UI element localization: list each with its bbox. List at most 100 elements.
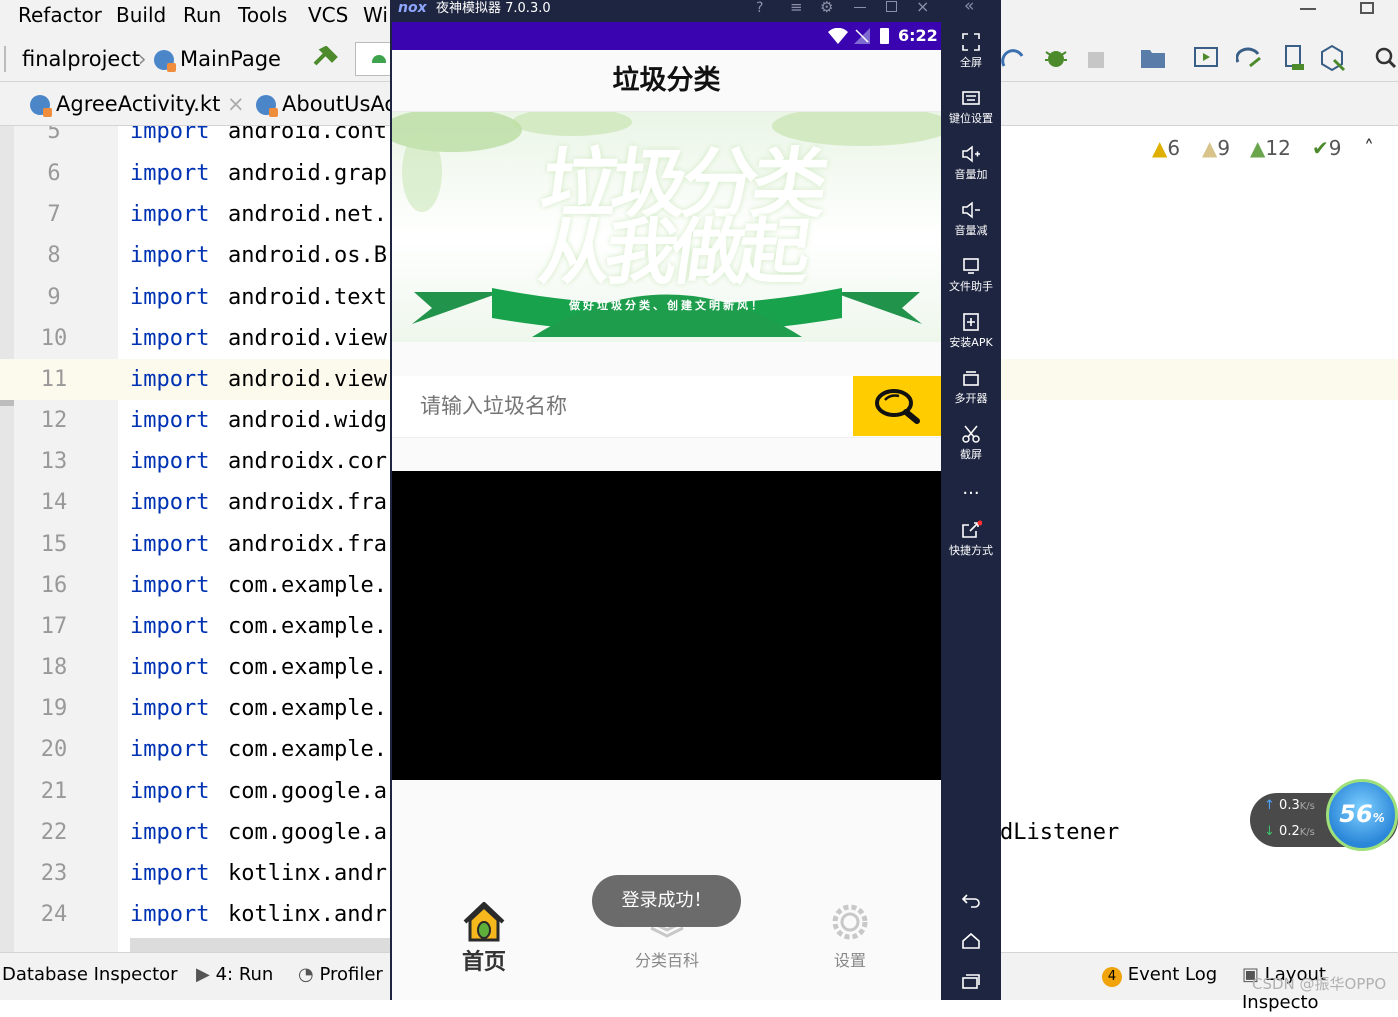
back-icon[interactable]: [961, 892, 981, 908]
tab-settings[interactable]: 设置: [812, 900, 888, 996]
no-signal-icon: [854, 28, 870, 44]
line-number: 21: [40, 779, 68, 804]
restore-icon[interactable]: [1360, 2, 1374, 14]
run-tab[interactable]: ▶ 4: Run: [196, 961, 273, 989]
keyword: import: [130, 202, 210, 227]
toast-message: 登录成功！: [592, 875, 741, 927]
home-icon[interactable]: [961, 932, 981, 950]
line-number: 16: [40, 573, 68, 598]
apply-changes-icon[interactable]: [1000, 46, 1026, 72]
multi-instance-button[interactable]: 多开器: [941, 368, 1001, 406]
breadcrumb-project[interactable]: finalproject: [22, 42, 140, 76]
breadcrumb-file[interactable]: MainPage: [154, 42, 281, 76]
file-assistant-button[interactable]: 文件助手: [941, 256, 1001, 294]
memory-usage-ball[interactable]: 56%: [1326, 779, 1398, 851]
network-speed-widget[interactable]: ↑ 0.3K/s ↓ 0.2K/s 56%: [1250, 779, 1398, 851]
shortcut-button[interactable]: 快捷方式: [941, 520, 1001, 558]
sidebar-label: 音量减: [954, 224, 988, 237]
tab-label: AgreeActivity.kt: [56, 92, 221, 116]
keyword: import: [130, 696, 210, 721]
search-input[interactable]: [402, 376, 852, 436]
warning-count[interactable]: ▲6: [1152, 134, 1180, 162]
settings-icon[interactable]: ⚙: [820, 0, 833, 16]
menu-window[interactable]: Wi: [363, 0, 388, 30]
minimize-icon[interactable]: [854, 7, 866, 8]
tab-home[interactable]: 首页: [442, 900, 526, 996]
sync-icon[interactable]: [1236, 46, 1264, 70]
code-text: android.grap: [228, 161, 387, 186]
chevron-up-icon[interactable]: ˄: [1364, 134, 1374, 162]
install-apk-button[interactable]: 安装APK: [941, 312, 1001, 350]
recent-apps-icon[interactable]: [961, 972, 981, 990]
horizontal-scrollbar[interactable]: [130, 938, 392, 952]
keyword: import: [130, 655, 210, 680]
search-button[interactable]: [853, 376, 941, 436]
hammer-icon[interactable]: [312, 46, 338, 72]
run-config-dropdown[interactable]: [355, 42, 390, 76]
typo-count[interactable]: ▲12: [1250, 134, 1291, 162]
clock: 6:22: [898, 26, 938, 45]
sidebar-label: 截屏: [960, 448, 982, 461]
keyword: import: [130, 367, 210, 392]
close-icon[interactable]: ×: [916, 0, 929, 16]
code-text: kotlinx.andr: [228, 902, 387, 927]
more-button[interactable]: ...: [941, 478, 1001, 499]
device-manager-icon[interactable]: [1282, 44, 1306, 72]
menu-build[interactable]: Build: [116, 0, 166, 30]
arrow-down-icon: ↓: [1264, 824, 1275, 839]
typo-count-value: 12: [1265, 136, 1291, 160]
menu-icon[interactable]: ≡: [790, 0, 803, 16]
keyword: import: [130, 532, 210, 557]
help-icon[interactable]: ?: [756, 0, 763, 16]
fullscreen-icon: [962, 33, 980, 51]
promo-banner[interactable]: 垃圾分类 从我做起 做好垃圾分类、创建文明新风！: [392, 112, 941, 342]
sidebar-label: 安装APK: [949, 336, 993, 349]
menu-refactor[interactable]: Refactor: [18, 0, 102, 30]
volume-up-button[interactable]: 音量加: [941, 144, 1001, 182]
stop-icon[interactable]: [1088, 52, 1104, 68]
android-icon: [372, 55, 386, 63]
fullscreen-button[interactable]: 全屏: [941, 32, 1001, 70]
maximize-icon[interactable]: [886, 1, 897, 12]
apk-icon: [963, 313, 979, 331]
code-text: com.example.: [228, 614, 387, 639]
weak-warning-count[interactable]: ▲9: [1202, 134, 1230, 162]
menu-tools[interactable]: Tools: [238, 0, 287, 30]
minimize-icon[interactable]: [1300, 8, 1316, 10]
keyword: import: [130, 614, 210, 639]
sidebar-label: 全屏: [960, 56, 982, 69]
profiler-tab[interactable]: ◔ Profiler: [298, 961, 383, 989]
nox-logo-icon: nox: [398, 0, 427, 16]
close-icon[interactable]: ×: [227, 92, 245, 116]
ok-count[interactable]: ✔9: [1312, 134, 1342, 162]
battery-icon: [880, 28, 889, 44]
screenshot-button[interactable]: 截屏: [941, 424, 1001, 462]
keyword: import: [130, 861, 210, 886]
debug-icon[interactable]: [1042, 44, 1070, 72]
profiler-label: Profiler: [319, 964, 383, 985]
keyboard-icon: [962, 91, 980, 105]
search-icon[interactable]: [1374, 46, 1398, 70]
event-log-tab[interactable]: 4 Event Log: [1102, 961, 1217, 989]
project-structure-icon[interactable]: [1140, 46, 1166, 70]
tab-about-us[interactable]: AboutUsAc: [256, 86, 396, 122]
menu-vcs[interactable]: VCS: [308, 0, 348, 30]
avd-manager-icon[interactable]: [1194, 46, 1220, 70]
android-status-bar: 6:22: [392, 22, 941, 50]
keymap-button[interactable]: 键位设置: [941, 88, 1001, 126]
ok-count-value: 9: [1328, 136, 1342, 160]
sdk-manager-icon[interactable]: [1320, 44, 1346, 72]
volume-down-icon: [962, 201, 980, 219]
menu-run[interactable]: Run: [183, 0, 221, 30]
line-number: 7: [47, 202, 61, 227]
database-inspector-tab[interactable]: Database Inspector: [2, 961, 178, 989]
volume-down-button[interactable]: 音量减: [941, 200, 1001, 238]
search-icon: [875, 389, 920, 424]
keyword: import: [130, 779, 210, 804]
keyword: import: [130, 449, 210, 474]
emulator-title: 夜神模拟器 7.0.3.0: [436, 1, 551, 16]
collapse-sidebar-icon[interactable]: «: [964, 0, 974, 16]
content-placeholder: [392, 471, 941, 780]
keyword: import: [130, 285, 210, 310]
tab-agree-activity[interactable]: AgreeActivity.kt ×: [30, 86, 245, 122]
